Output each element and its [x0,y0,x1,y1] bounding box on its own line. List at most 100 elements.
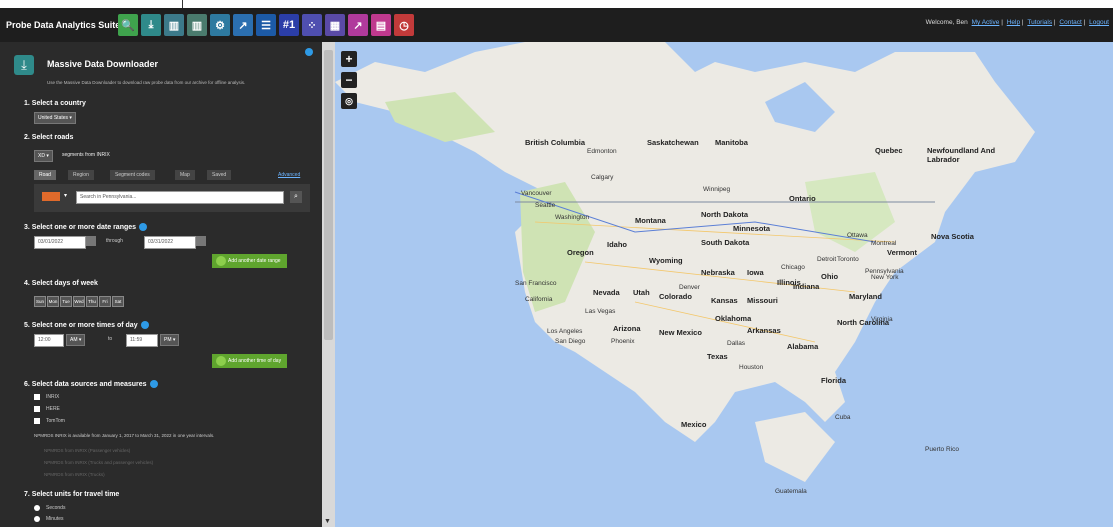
columns-icon[interactable]: ▥ [187,14,207,36]
day-sun[interactable]: Sun [34,296,46,307]
label-saskatchewan: Saskatchewan [647,138,699,147]
label-virginia: Virginia [871,316,893,323]
chevron-down-icon[interactable]: ▾ [64,192,67,199]
option-seconds: Seconds [46,505,66,511]
step3-label: 3. Select one or more date ranges [24,223,148,231]
label-vermont: Vermont [887,248,918,257]
zoom-in-button[interactable]: + [341,51,357,67]
checkbox-inrix[interactable] [34,394,40,400]
tab-road[interactable]: Road [34,170,56,180]
tab-map[interactable]: Map [175,170,195,180]
day-sat[interactable]: Sat [112,296,124,307]
grid-dots-icon[interactable]: ⁘ [302,14,322,36]
info-icon[interactable] [139,223,148,231]
line-chart-icon[interactable]: ↗ [233,14,253,36]
land-shape [755,412,835,482]
label-houston: Houston [739,364,764,371]
day-fri[interactable]: Fri [99,296,111,307]
add-time-button[interactable]: Add another time of day [212,354,288,368]
link-contact[interactable]: Contact [1059,19,1081,26]
rank-icon[interactable]: #1 [279,14,299,36]
magnifier-icon[interactable]: 🔍 [118,14,138,36]
locate-icon[interactable]: ◎ [341,93,357,109]
link-help[interactable]: Help [1007,19,1020,26]
scroll-thumb[interactable] [324,50,333,340]
label-utah: Utah [633,288,650,297]
country-select[interactable]: United States ▾ [34,112,76,124]
calendar-icon[interactable] [86,236,96,246]
label-san-francisco: San Francisco [515,280,557,287]
tab-region[interactable]: Region [68,170,94,180]
search-icon[interactable]: ⌕ [290,191,302,203]
road-search-input[interactable]: Search in Pennsylvania... [76,191,284,204]
start-ampm-select[interactable]: AM ▾ [66,334,86,346]
clock-icon[interactable]: ◷ [394,14,414,36]
label-kansas: Kansas [711,296,738,305]
add-date-range-button[interactable]: Add another date range [212,254,287,268]
gear-map-icon[interactable]: ⚙ [210,14,230,36]
calendar-icon[interactable] [196,236,206,246]
list-icon[interactable]: ☰ [256,14,276,36]
label-montana: Montana [635,216,666,225]
label-california: California [525,296,553,303]
tab-saved[interactable]: Saved [207,170,232,180]
label-ottawa: Ottawa [847,232,868,239]
link-my-active[interactable]: My Active [972,19,1000,26]
label-wyoming: Wyoming [649,256,683,265]
day-thu[interactable]: Thu [86,296,98,307]
map-canvas [335,42,1035,482]
panel-scrollbar[interactable]: ▼ [322,42,335,527]
label-ontario: Ontario [789,194,816,203]
step6-label: 6. Select data sources and measures [24,380,158,388]
table-icon[interactable]: ▤ [371,14,391,36]
state-flag-select[interactable] [42,192,60,201]
download-icon[interactable]: ⤓ [141,14,161,36]
source-tomtom: TomTom [46,418,65,424]
end-date-input[interactable]: 03/31/2022 [144,236,196,249]
start-date-input[interactable]: 03/01/2022 [34,236,86,249]
country-value: United States [38,115,69,121]
radio-minutes[interactable] [34,516,40,522]
label-maryland: Maryland [849,292,882,301]
start-time-input[interactable]: 12:00 [34,334,64,347]
bars-icon[interactable]: ▥ [164,14,184,36]
panel-description: Use the Massive Data Downloader to downl… [47,80,246,85]
road-type-value: XD [38,153,45,159]
day-wed[interactable]: Wed [73,296,85,307]
info-icon[interactable] [140,321,149,329]
label-vancouver: Vancouver [521,190,552,197]
top-strip [0,0,1113,8]
step3-text: 3. Select one or more date ranges [24,223,137,231]
road-type-select[interactable]: XD ▾ [34,150,53,162]
link-tutorials[interactable]: Tutorials [1027,19,1052,26]
radio-seconds[interactable] [34,505,40,511]
end-ampm-value: PM [164,337,172,343]
trend-icon[interactable]: ↗ [348,14,368,36]
label-mexico: Mexico [681,420,707,429]
help-icon[interactable] [305,48,313,56]
map-view[interactable]: + − ◎ British Columbia Saskatchewan Mani… [335,42,1113,527]
label-north-dakota: North Dakota [701,210,749,219]
label-seattle: Seattle [535,202,556,209]
end-ampm-select[interactable]: PM ▾ [160,334,180,346]
step7-label: 7. Select units for travel time [24,491,120,498]
label-nova-scotia: Nova Scotia [931,232,974,241]
app-header: Probe Data Analytics Suite 🔍 ⤓ ▥ ▥ ⚙ ↗ ☰ #1 ⁘ ▦ ↗ ▤… [0,8,1113,42]
day-tue[interactable]: Tue [60,296,72,307]
advanced-link[interactable]: Advanced [278,172,300,178]
label-washington: Washington [555,214,590,221]
matrix-icon[interactable]: ▦ [325,14,345,36]
end-time-input[interactable]: 11:59 [126,334,158,347]
label-los-angeles: Los Angeles [547,328,583,335]
day-mon[interactable]: Mon [47,296,59,307]
checkbox-tomtom[interactable] [34,418,40,424]
tab-segment-codes[interactable]: Segment codes [110,170,155,180]
scroll-down-icon[interactable]: ▼ [324,518,331,525]
label-quebec: Quebec [875,146,903,155]
label-nebraska: Nebraska [701,268,735,277]
label-toronto: Toronto [837,256,859,263]
checkbox-here[interactable] [34,406,40,412]
info-icon[interactable] [149,380,158,388]
link-logout[interactable]: Logout [1089,19,1109,26]
zoom-out-button[interactable]: − [341,72,357,88]
